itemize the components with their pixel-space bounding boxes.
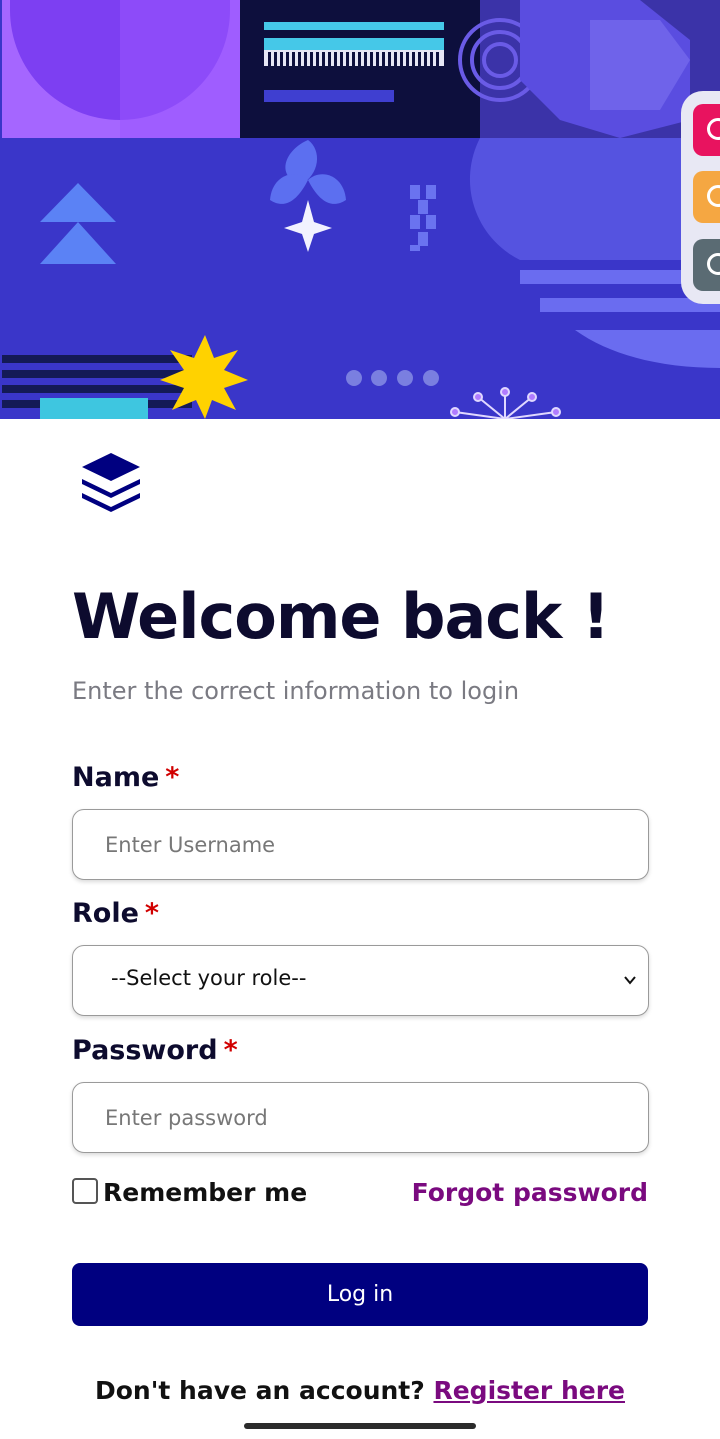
hero-banner — [0, 0, 720, 419]
chat-icon[interactable] — [693, 239, 720, 291]
name-label-text: Name — [72, 762, 160, 793]
required-asterisk: * — [144, 898, 160, 929]
banner-illustration — [0, 0, 720, 419]
forgot-password-link[interactable]: Forgot password — [412, 1178, 648, 1207]
role-select[interactable]: --Select your role-- — [72, 945, 649, 1016]
info-icon[interactable] — [693, 171, 720, 223]
chevron-down-icon — [624, 976, 636, 985]
password-input[interactable] — [73, 1083, 648, 1152]
role-label-text: Role — [72, 898, 139, 929]
password-label-text: Password — [72, 1035, 218, 1066]
password-field — [72, 1082, 649, 1153]
layers-stack-icon — [82, 453, 140, 512]
name-label: Name * — [72, 762, 179, 793]
login-button[interactable]: Log in — [72, 1263, 648, 1326]
required-asterisk: * — [165, 762, 180, 793]
home-indicator[interactable] — [244, 1423, 476, 1429]
register-link[interactable]: Register here — [433, 1376, 625, 1405]
username-field — [72, 809, 649, 880]
remember-me-label[interactable]: Remember me — [103, 1178, 307, 1207]
floating-action-panel — [681, 91, 720, 304]
page-subtitle: Enter the correct information to login — [72, 677, 520, 705]
register-prompt-text: Don't have an account? — [95, 1376, 434, 1405]
role-select-value: --Select your role-- — [111, 966, 307, 990]
password-label: Password * — [72, 1035, 238, 1066]
remember-me-checkbox[interactable] — [72, 1178, 98, 1204]
role-label: Role * — [72, 898, 159, 929]
required-asterisk: * — [223, 1035, 238, 1066]
plus-circle-icon[interactable] — [693, 104, 720, 156]
page-title: Welcome back ! — [72, 580, 610, 653]
username-input[interactable] — [73, 810, 648, 879]
register-prompt: Don't have an account? Register here — [0, 1376, 720, 1405]
